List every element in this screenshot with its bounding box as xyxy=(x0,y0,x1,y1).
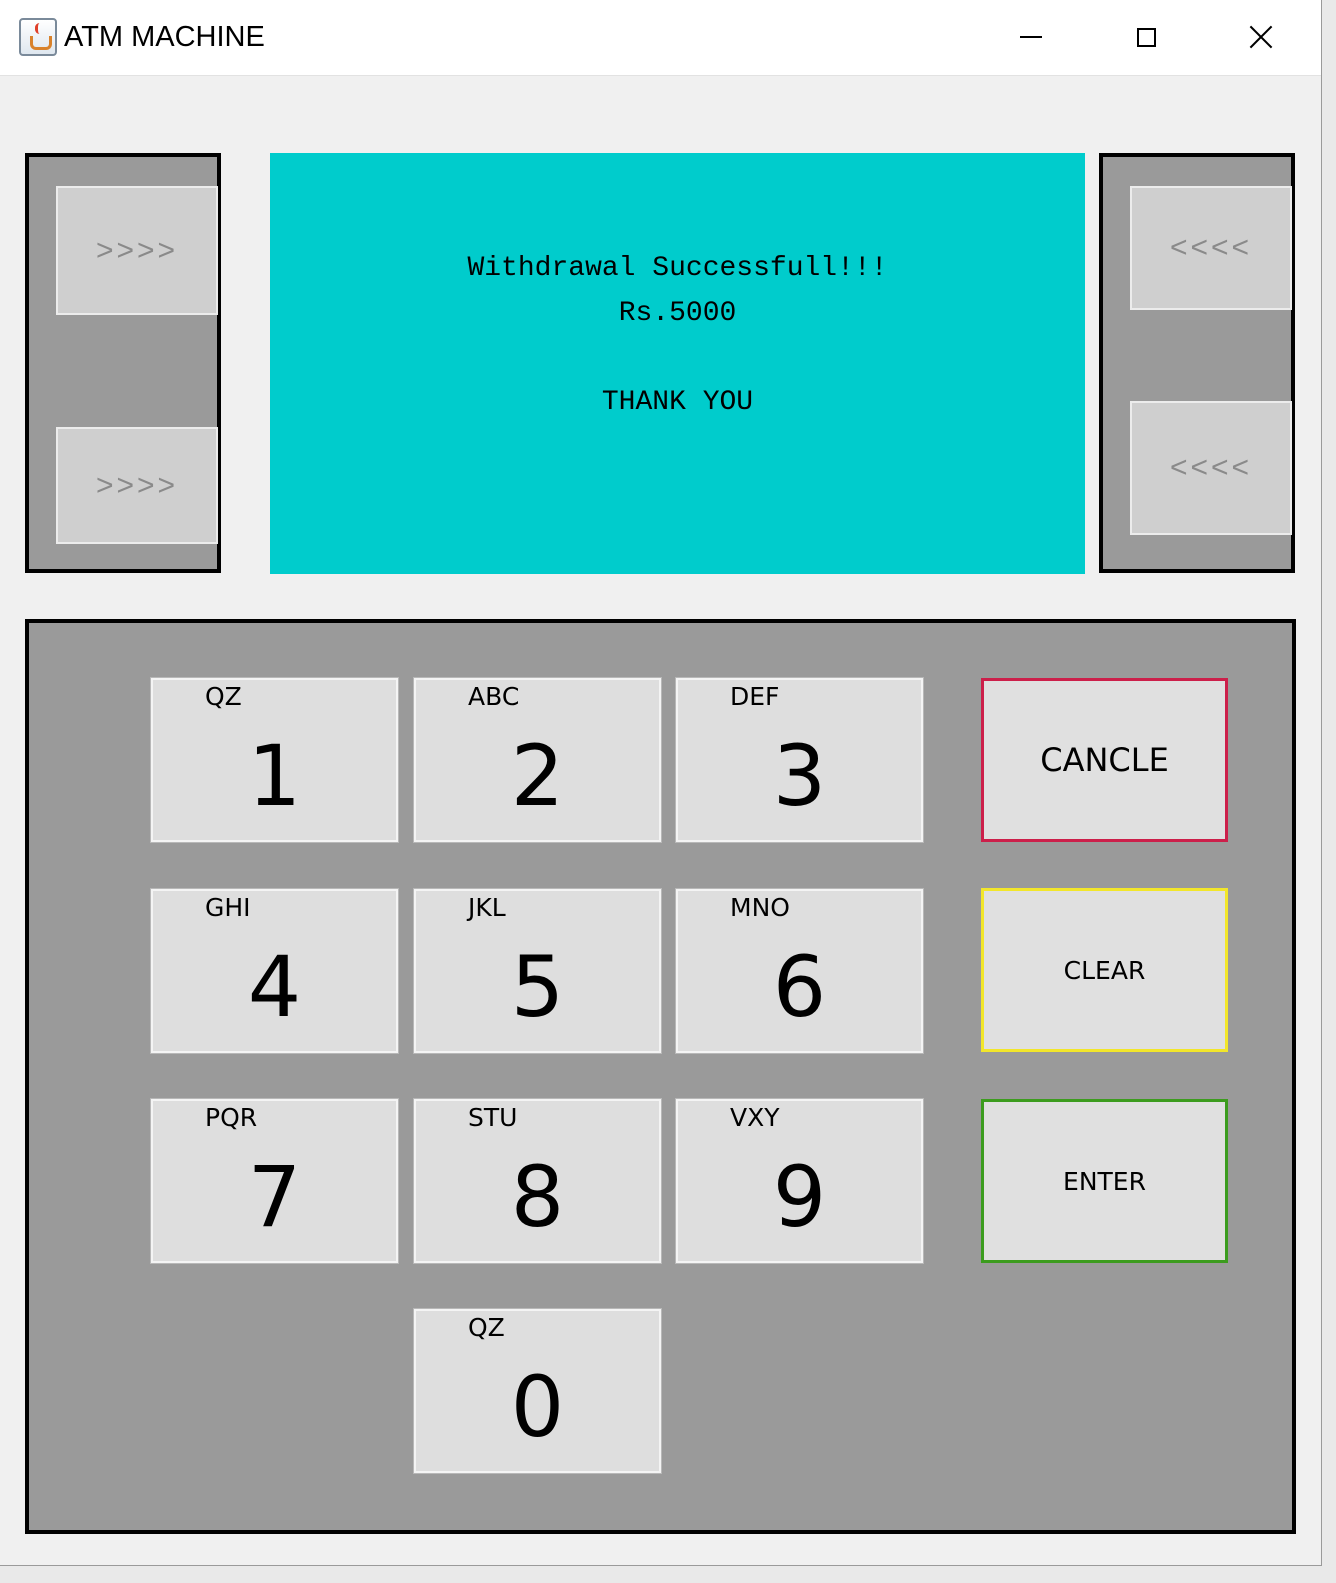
atm-screen: Withdrawal Successfull!!! Rs.5000 THANK … xyxy=(270,153,1085,574)
key-digit: 7 xyxy=(247,1148,302,1246)
key-digit: 2 xyxy=(510,727,565,825)
clear-button[interactable]: CLEAR xyxy=(981,888,1228,1052)
key-2[interactable]: ABC 2 xyxy=(413,677,662,843)
key-letters: DEF xyxy=(730,682,780,711)
key-digit: 8 xyxy=(510,1148,565,1246)
key-8[interactable]: STU 8 xyxy=(413,1098,662,1264)
key-letters: MNO xyxy=(730,893,790,922)
key-letters: STU xyxy=(468,1103,518,1132)
window-title: ATM MACHINE xyxy=(64,21,265,53)
key-digit: 4 xyxy=(247,938,302,1036)
key-0[interactable]: QZ 0 xyxy=(413,1308,662,1474)
close-icon xyxy=(1249,25,1273,49)
key-digit: 6 xyxy=(772,938,827,1036)
key-digit: 9 xyxy=(772,1148,827,1246)
key-letters: PQR xyxy=(205,1103,258,1132)
minimize-button[interactable] xyxy=(976,0,1086,74)
key-7[interactable]: PQR 7 xyxy=(150,1098,399,1264)
left-top-side-button[interactable]: >>>> xyxy=(56,186,218,315)
key-letters: GHI xyxy=(205,893,251,922)
key-digit: 3 xyxy=(772,727,827,825)
cancel-button[interactable]: CANCLE xyxy=(981,678,1228,842)
key-3[interactable]: DEF 3 xyxy=(675,677,924,843)
right-top-side-button[interactable]: <<<< xyxy=(1130,186,1292,310)
java-cup-shape xyxy=(30,36,52,50)
key-letters: VXY xyxy=(730,1103,780,1132)
enter-button[interactable]: ENTER xyxy=(981,1099,1228,1263)
key-letters: ABC xyxy=(468,682,520,711)
screen-amount: Rs.5000 xyxy=(618,298,737,329)
key-6[interactable]: MNO 6 xyxy=(675,888,924,1054)
maximize-icon xyxy=(1136,27,1156,47)
screen-thank-you: THANK YOU xyxy=(601,387,754,418)
maximize-button[interactable] xyxy=(1091,0,1201,74)
title-bar: ATM MACHINE xyxy=(0,0,1321,76)
key-4[interactable]: GHI 4 xyxy=(150,888,399,1054)
java-cup-icon xyxy=(19,18,57,56)
keypad-panel: QZ 1 ABC 2 DEF 3 GHI 4 JKL 5 MNO 6 PQR 7… xyxy=(25,619,1296,1534)
close-button[interactable] xyxy=(1206,0,1316,74)
left-bottom-side-button[interactable]: >>>> xyxy=(56,427,218,544)
key-digit: 1 xyxy=(247,727,302,825)
key-5[interactable]: JKL 5 xyxy=(413,888,662,1054)
java-steam-shape xyxy=(35,23,44,34)
key-letters: JKL xyxy=(468,893,506,922)
right-bottom-side-button[interactable]: <<<< xyxy=(1130,401,1292,535)
left-side-panel: >>>> >>>> xyxy=(25,153,221,573)
key-digit: 0 xyxy=(510,1358,565,1456)
screen-message: Withdrawal Successfull!!! xyxy=(467,253,888,284)
key-1[interactable]: QZ 1 xyxy=(150,677,399,843)
atm-window: ATM MACHINE >>>> >>>> Withdrawal Success… xyxy=(0,0,1322,1566)
minimize-icon xyxy=(1020,36,1042,38)
right-side-panel: <<<< <<<< xyxy=(1099,153,1295,573)
key-letters: QZ xyxy=(205,682,242,711)
key-digit: 5 xyxy=(510,938,565,1036)
key-9[interactable]: VXY 9 xyxy=(675,1098,924,1264)
key-letters: QZ xyxy=(468,1313,505,1342)
